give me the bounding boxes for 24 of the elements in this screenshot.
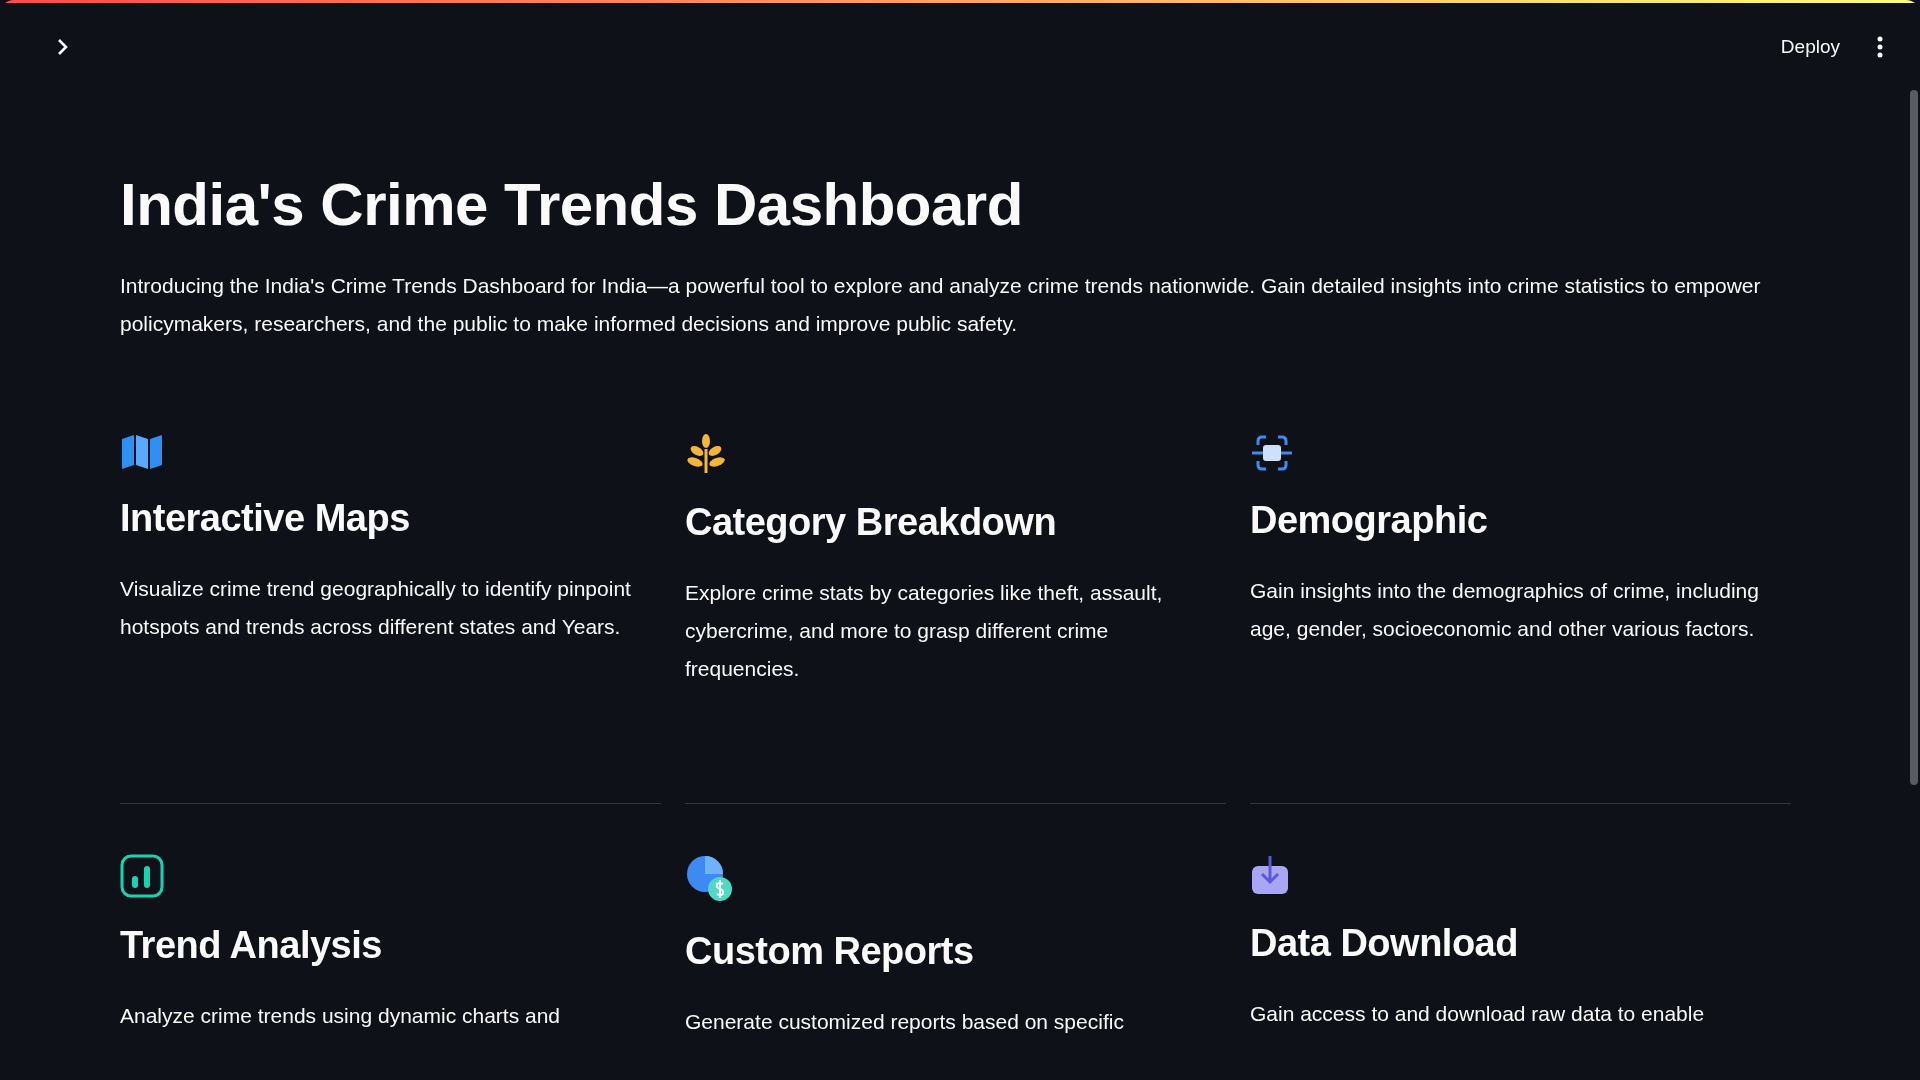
feature-heading: Data Download — [1250, 922, 1519, 965]
expand-sidebar-icon[interactable] — [56, 38, 70, 56]
feature-description: Gain insights into the demographics of crime, including age, gender, socioeconomic and other various factors. — [1250, 578, 1760, 642]
feature-description: Explore crime stats by categories like theft, assault, cybercrime, and more to grasp different crime frequencies. — [685, 580, 1164, 682]
intro-paragraph: Introducing the India's Crime Trends Dashboard for India—a powerful tool to explore and analyze crime trends nationwide. Gain detailed insights into crime statistics to empower policymakers, researchers, and the public to make informed decisions and improve public safety. — [120, 273, 1762, 337]
download-icon — [1250, 854, 1290, 896]
bar-chart-icon — [120, 854, 164, 898]
more-options-icon[interactable] — [1876, 36, 1884, 58]
scrollbar[interactable] — [1910, 90, 1918, 785]
feature-heading: Trend Analysis — [120, 924, 383, 967]
feature-heading: Interactive Maps — [120, 497, 411, 540]
page-title: India's Crime Trends Dashboard — [120, 170, 1024, 239]
feature-heading: Category Breakdown — [685, 501, 1058, 544]
feature-description: Analyze crime trends using dynamic charts and — [120, 1003, 562, 1029]
deploy-button[interactable]: Deploy — [1776, 30, 1844, 64]
scan-icon — [1250, 433, 1294, 473]
sprout-icon — [685, 433, 727, 475]
feature-description: Generate customized reports based on specific — [685, 1009, 1125, 1035]
feature-heading: Demographic — [1250, 499, 1489, 542]
pie-chart-coin-icon — [685, 854, 735, 904]
feature-description: Gain access to and download raw data to enable — [1250, 1001, 1706, 1027]
feature-description: Visualize crime trend geographically to identify pinpoint hotspots and trends across different states and Years. — [120, 576, 632, 640]
feature-heading: Custom Reports — [685, 930, 975, 973]
map-icon — [120, 433, 164, 471]
